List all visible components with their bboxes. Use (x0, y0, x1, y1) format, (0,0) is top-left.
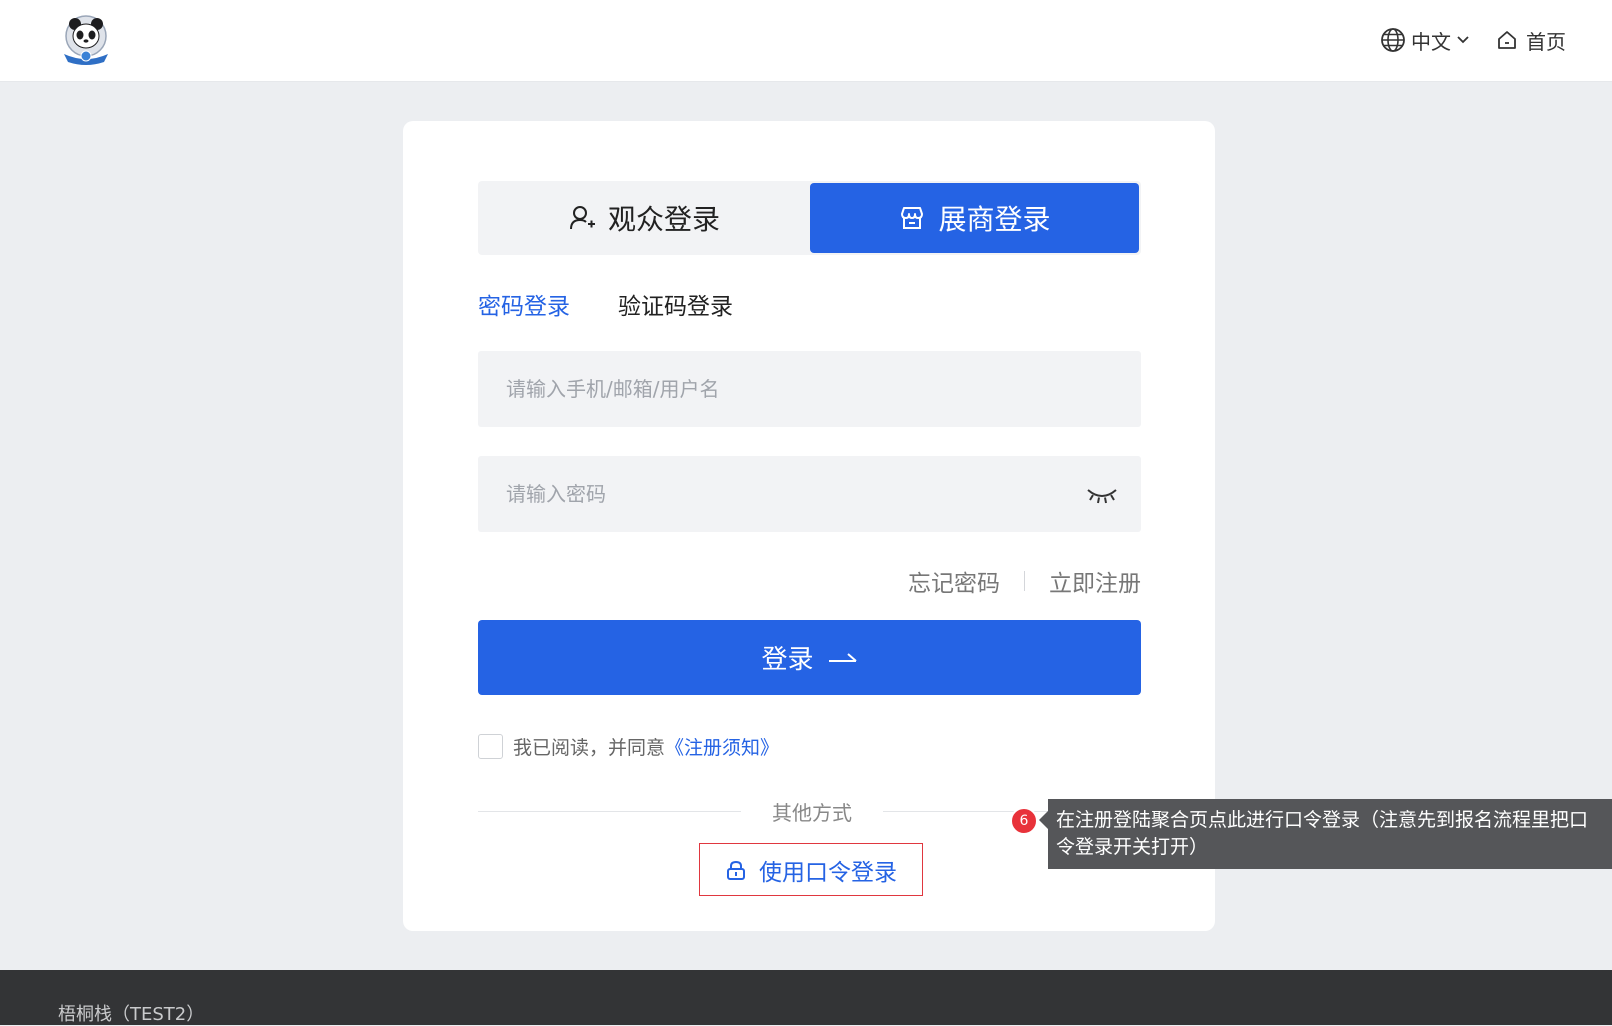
lock-icon (727, 860, 745, 880)
tooltip-arrow (1039, 811, 1048, 829)
top-navigation-bar: 中文 首页 (0, 0, 1612, 82)
agreement-terms-link[interactable]: 《注册须知》 (665, 733, 779, 760)
role-tabs: 观众登录 展商登录 (478, 181, 1141, 255)
link-divider (1024, 571, 1025, 591)
eye-closed-icon[interactable] (1085, 482, 1119, 506)
token-login-label: 使用口令登录 (759, 859, 897, 886)
other-methods-label: 其他方式 (772, 801, 852, 825)
annotation-badge: 6 (1010, 807, 1038, 835)
panda-logo[interactable] (58, 14, 114, 66)
account-field (478, 351, 1141, 427)
login-button[interactable]: 登录 (478, 620, 1141, 695)
password-input[interactable] (478, 456, 1141, 532)
home-icon (1498, 31, 1516, 49)
register-link[interactable]: 立即注册 (1049, 564, 1141, 598)
tab-exhibitor-label: 展商登录 (938, 203, 1051, 236)
user-add-icon (569, 206, 595, 230)
footer-copyright: 梧桐栈（TEST2） (58, 1004, 205, 1025)
tab-visitor-login[interactable]: 观众登录 (478, 183, 810, 253)
annotation-tooltip-body: 在注册登陆聚合页点此进行口令登录（注意先到报名流程里把口令登录开关打开） (1048, 799, 1612, 869)
account-input[interactable] (478, 351, 1141, 427)
password-field (478, 456, 1141, 532)
tab-code-login[interactable]: 验证码登录 (618, 287, 733, 321)
tab-visitor-label: 观众登录 (607, 203, 720, 236)
forgot-password-link[interactable]: 忘记密码 (908, 564, 1000, 598)
agreement-row: 我已阅读，并同意 《注册须知》 (478, 733, 779, 759)
store-icon (901, 207, 924, 229)
agreement-checkbox[interactable] (478, 733, 503, 759)
token-login-button[interactable]: 使用口令登录 (699, 843, 923, 896)
account-links: 忘记密码 立即注册 (478, 565, 1141, 597)
arrow-right-icon (828, 652, 857, 662)
home-link[interactable]: 首页 (1496, 26, 1566, 54)
login-button-label: 登录 (761, 645, 814, 675)
annotation-text: 在注册登陆聚合页点此进行口令登录（注意先到报名流程里把口令登录开关打开） (1056, 809, 1589, 858)
home-label: 首页 (1526, 29, 1566, 54)
tab-exhibitor-login[interactable]: 展商登录 (810, 183, 1139, 253)
chevron-down-icon (1457, 36, 1469, 44)
annotation-tooltip: 在注册登陆聚合页点此进行口令登录（注意先到报名流程里把口令登录开关打开） (1039, 799, 1612, 869)
divider-line-left (478, 811, 741, 812)
language-switcher[interactable]: 中文 (1380, 26, 1470, 54)
tab-password-login[interactable]: 密码登录 (478, 287, 570, 321)
page-footer: 梧桐栈（TEST2） (0, 970, 1612, 1025)
agreement-text: 我已阅读，并同意 (513, 736, 666, 759)
globe-icon (1381, 28, 1405, 52)
language-label: 中文 (1411, 29, 1451, 54)
